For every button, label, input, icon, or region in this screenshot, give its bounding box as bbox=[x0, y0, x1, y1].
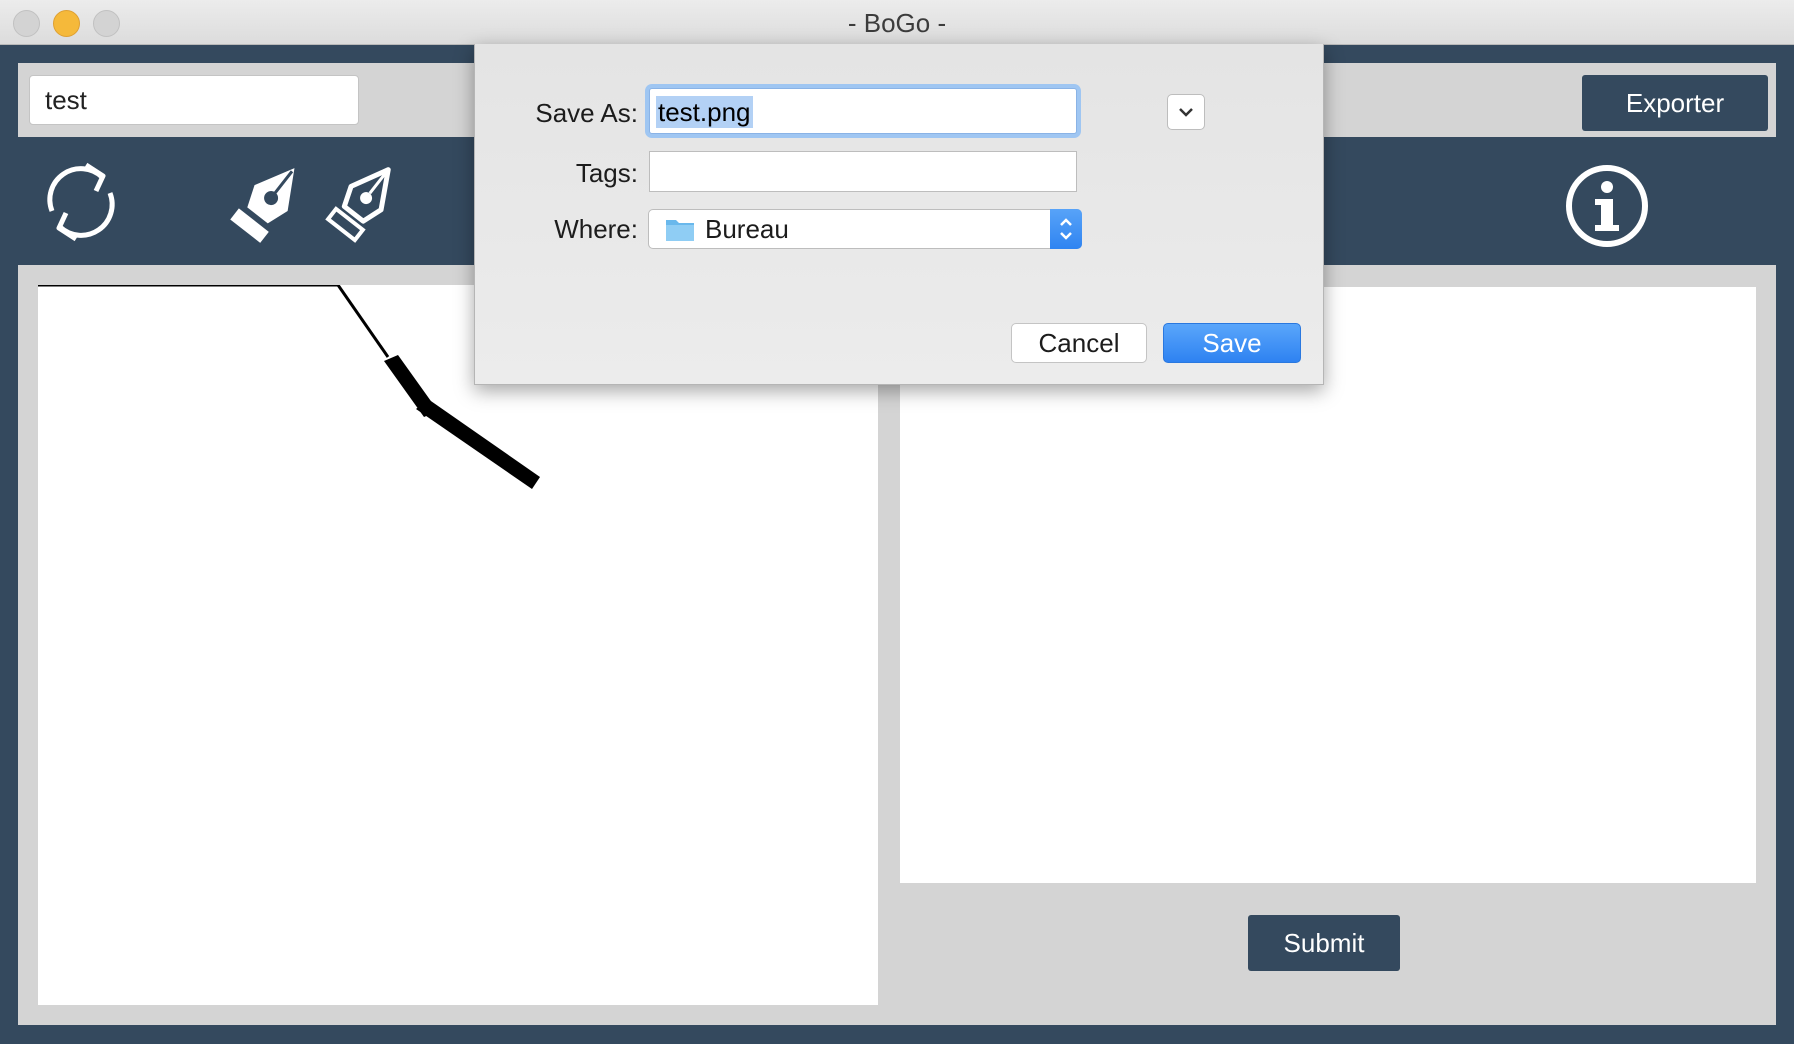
window-title: - BoGo - bbox=[847, 8, 947, 38]
save-dialog: Save As: test.png Tags: Where: Bureau Ca… bbox=[474, 44, 1324, 385]
save-as-label: Save As: bbox=[535, 98, 638, 128]
tags-field[interactable] bbox=[649, 151, 1077, 192]
folder-icon bbox=[666, 220, 694, 241]
tags-label: Tags: bbox=[575, 158, 638, 188]
drawing-canvas[interactable] bbox=[38, 283, 878, 1005]
where-value: Bureau bbox=[705, 214, 789, 244]
select-stepper bbox=[1050, 209, 1082, 249]
pen-nib-outline-icon[interactable] bbox=[318, 155, 408, 254]
window-titlebar: - BoGo - bbox=[0, 0, 1794, 45]
where-label: Where: bbox=[554, 214, 638, 244]
expand-dialog-button[interactable] bbox=[1167, 94, 1205, 130]
info-icon[interactable] bbox=[1564, 163, 1650, 254]
cancel-button[interactable]: Cancel bbox=[1011, 323, 1147, 363]
submit-button[interactable]: Submit bbox=[1248, 915, 1400, 971]
save-as-value: test.png bbox=[656, 96, 753, 128]
pen-nib-filled-icon[interactable] bbox=[223, 155, 313, 254]
refresh-icon[interactable] bbox=[38, 157, 124, 252]
up-down-chevron-icon bbox=[1060, 218, 1072, 240]
save-button[interactable]: Save bbox=[1163, 323, 1301, 363]
chevron-down-icon bbox=[1179, 108, 1193, 117]
export-button[interactable]: Exporter bbox=[1582, 75, 1768, 131]
save-as-selected-text: test.png bbox=[656, 96, 753, 128]
save-as-field[interactable]: test.png bbox=[649, 88, 1077, 134]
filename-input[interactable] bbox=[29, 75, 359, 125]
where-select[interactable]: Bureau bbox=[648, 209, 1082, 249]
